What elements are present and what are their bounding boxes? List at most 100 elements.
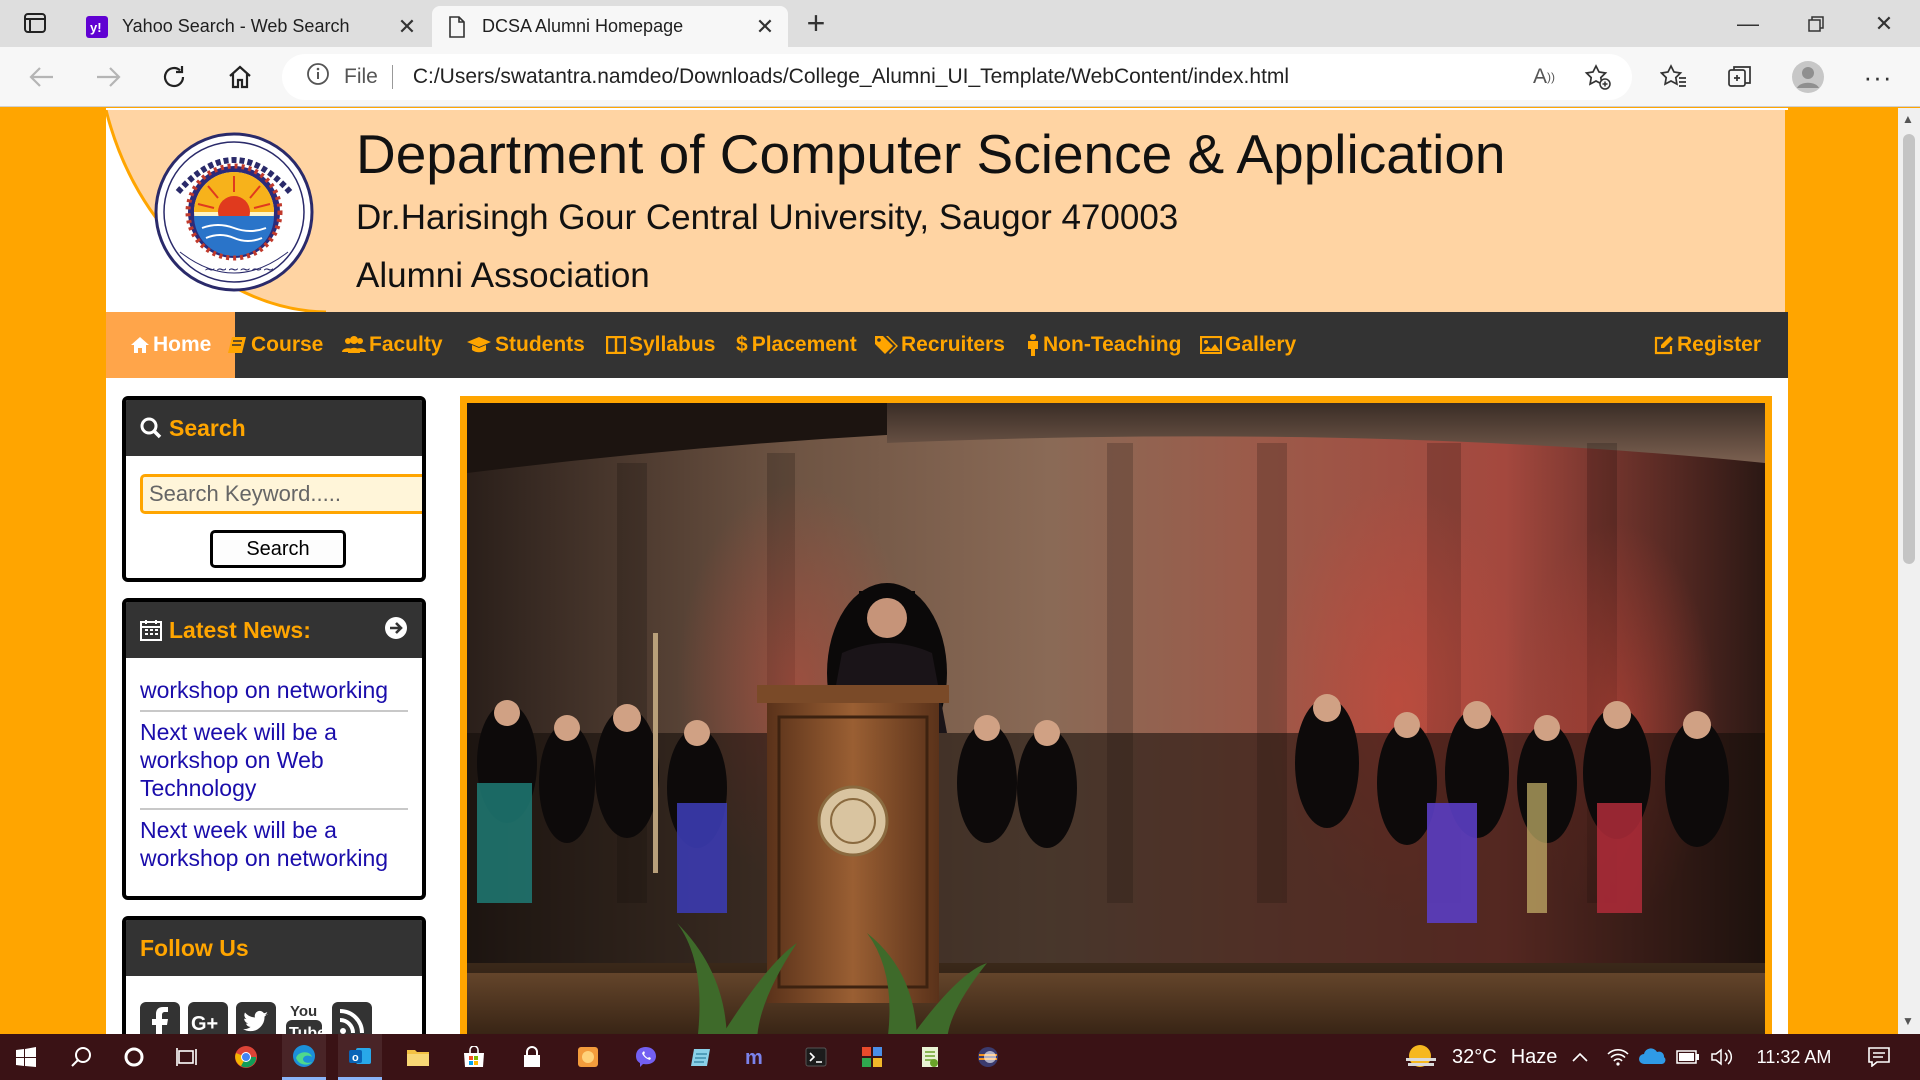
news-item[interactable]: workshop on networking	[140, 670, 408, 712]
scroll-up-icon[interactable]: ▲	[1902, 112, 1914, 126]
male-icon	[1028, 334, 1038, 356]
viber-icon[interactable]	[624, 1034, 668, 1080]
menu-item-non-teaching[interactable]: Non-Teaching	[1026, 312, 1181, 378]
close-tab-icon[interactable]: ✕	[750, 14, 780, 40]
book-icon	[228, 337, 246, 353]
menu-label: Recruiters	[901, 333, 1005, 356]
menu-item-recruiters[interactable]: Recruiters	[874, 312, 1005, 378]
rss-icon[interactable]	[330, 1000, 374, 1034]
site-container: ~~~~~~ Department of Computer Science & …	[106, 108, 1788, 1034]
search-input[interactable]	[140, 474, 422, 514]
twitter-icon[interactable]	[234, 1000, 278, 1034]
scroll-down-icon[interactable]: ▼	[1902, 1014, 1914, 1028]
search-icon[interactable]	[60, 1034, 104, 1080]
minimize-icon[interactable]: —	[1718, 4, 1778, 44]
youtube-icon[interactable]: You Tube	[282, 1000, 326, 1034]
outlook-icon[interactable]: o	[338, 1034, 382, 1080]
teams-icon[interactable]: m	[736, 1034, 780, 1080]
task-view-icon[interactable]	[166, 1034, 210, 1080]
clock[interactable]: 11:32 AM	[1746, 1034, 1842, 1080]
columns-icon	[606, 336, 626, 354]
photos-app-icon[interactable]	[566, 1034, 610, 1080]
menu-label: Non-Teaching	[1043, 333, 1182, 356]
office-apps-icon[interactable]	[850, 1034, 894, 1080]
menu-item-faculty[interactable]: Faculty	[342, 312, 443, 378]
info-icon[interactable]	[306, 62, 330, 92]
close-window-icon[interactable]: ✕	[1854, 4, 1914, 44]
facebook-icon[interactable]	[138, 1000, 182, 1034]
new-tab-icon[interactable]: +	[796, 6, 836, 42]
notifications-icon[interactable]	[1856, 1034, 1902, 1080]
menu-item-placement[interactable]: $ Placement	[736, 312, 857, 378]
university-name: Dr.Harisingh Gour Central University, Sa…	[356, 198, 1179, 237]
favorites-icon[interactable]	[1654, 57, 1694, 97]
menu-item-syllabus[interactable]: Syllabus	[606, 312, 715, 378]
read-aloud-icon[interactable]: A))	[1524, 57, 1564, 97]
eclipse-icon[interactable]	[966, 1034, 1010, 1080]
collections-icon[interactable]	[1720, 57, 1760, 97]
latest-news-panel: Latest News: workshop on networking Next…	[122, 598, 426, 900]
battery-icon[interactable]	[1674, 1034, 1702, 1080]
menu-label: Gallery	[1225, 333, 1297, 356]
terminal-icon[interactable]	[794, 1034, 838, 1080]
close-tab-icon[interactable]: ✕	[392, 14, 422, 40]
weather-condition: Haze	[1510, 1045, 1558, 1068]
svg-text:Tube: Tube	[289, 1025, 326, 1034]
wifi-icon[interactable]	[1604, 1034, 1632, 1080]
chrome-icon[interactable]	[224, 1034, 268, 1080]
image-slideshow	[460, 396, 1772, 1034]
address-separator	[391, 65, 393, 89]
google-plus-icon[interactable]: G+	[186, 1000, 230, 1034]
weather-widget[interactable]: 32°C Haze	[1404, 1034, 1557, 1080]
file-explorer-icon[interactable]	[396, 1034, 440, 1080]
tags-icon	[875, 336, 898, 354]
scroll-thumb[interactable]	[1903, 134, 1915, 564]
notepad-icon[interactable]	[680, 1034, 724, 1080]
more-options-icon[interactable]: ···	[1858, 57, 1898, 97]
cortana-icon[interactable]	[112, 1034, 156, 1080]
tab-title: DCSA Alumni Homepage	[482, 16, 684, 36]
search-button[interactable]: Search	[210, 530, 346, 568]
profile-avatar-icon[interactable]	[1788, 57, 1828, 97]
users-icon	[342, 336, 366, 353]
address-bar[interactable]: File C:/Users/swatantra.namdeo/Downloads…	[282, 54, 1632, 100]
tab-dcsa-alumni[interactable]: DCSA Alumni Homepage ✕	[432, 6, 788, 47]
windows-start-icon[interactable]	[4, 1034, 48, 1080]
volume-icon[interactable]	[1708, 1034, 1736, 1080]
news-item[interactable]: Next week will be a workshop on networki…	[140, 810, 408, 878]
page-scrollbar[interactable]: ▲ ▼	[1898, 108, 1920, 1034]
add-favorite-icon[interactable]	[1578, 57, 1618, 97]
news-item[interactable]: Next week will be a workshop on Web Tech…	[140, 712, 408, 810]
association-name: Alumni Association	[356, 256, 650, 295]
search-icon	[140, 417, 162, 439]
menu-label: Register	[1677, 333, 1762, 356]
forward-icon[interactable]	[88, 57, 128, 97]
menu-item-students[interactable]: Students	[466, 312, 585, 378]
menu-item-register[interactable]: Register	[1654, 312, 1761, 378]
notepad-plus-icon[interactable]	[908, 1034, 952, 1080]
home-icon[interactable]	[220, 57, 260, 97]
edit-icon	[1654, 336, 1673, 355]
chevron-up-icon[interactable]	[1568, 1034, 1592, 1080]
edge-icon[interactable]	[282, 1034, 326, 1080]
tab-actions-icon[interactable]	[16, 10, 56, 38]
menu-item-gallery[interactable]: Gallery	[1200, 312, 1296, 378]
microsoft-store-icon[interactable]	[452, 1034, 496, 1080]
menu-item-home[interactable]: Home	[106, 312, 236, 378]
url-text[interactable]: C:/Users/swatantra.namdeo/Downloads/Coll…	[413, 65, 1289, 89]
news-panel-header: Latest News:	[126, 602, 422, 658]
refresh-icon[interactable]	[154, 57, 194, 97]
back-icon[interactable]	[22, 57, 62, 97]
tab-yahoo-search[interactable]: y! Yahoo Search - Web Search ✕	[72, 6, 430, 47]
arrow-circle-right-icon[interactable]	[384, 616, 408, 645]
svg-text:y!: y!	[90, 20, 102, 35]
onedrive-icon[interactable]	[1636, 1034, 1668, 1080]
image-icon	[1200, 336, 1222, 354]
menu-item-course[interactable]: Course	[228, 312, 323, 378]
restore-icon[interactable]	[1786, 4, 1846, 44]
browser-tab-bar: y! Yahoo Search - Web Search ✕ DCSA Alum…	[0, 0, 1920, 47]
home-icon	[131, 337, 149, 353]
menu-label: Faculty	[369, 333, 443, 356]
university-logo: ~~~~~~	[150, 132, 318, 292]
lock-icon[interactable]	[510, 1034, 554, 1080]
